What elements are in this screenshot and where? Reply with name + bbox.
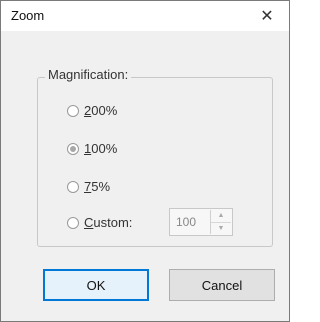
spin-up-icon[interactable]: ▲: [211, 210, 231, 223]
magnification-legend: Magnification:: [45, 67, 132, 82]
radio-label-rest-custom: ustom:: [93, 215, 133, 230]
radio-button-custom[interactable]: [67, 216, 79, 229]
radio-selected-dot: [70, 145, 76, 152]
radio-label-200: 200%: [84, 103, 117, 118]
access-key-custom: C: [84, 215, 94, 230]
cancel-button[interactable]: Cancel: [169, 269, 275, 301]
radio-label-100: 100%: [84, 141, 117, 156]
radio-option-custom[interactable]: Custom:: [67, 215, 132, 230]
radio-label-75: 75%: [84, 179, 110, 194]
close-icon[interactable]: ✕: [245, 1, 289, 31]
radio-button-100[interactable]: [67, 142, 79, 155]
spin-buttons: ▲ ▼: [210, 210, 231, 234]
radio-option-75[interactable]: 75%: [67, 179, 110, 194]
custom-zoom-value[interactable]: 100: [176, 215, 196, 229]
radio-option-100[interactable]: 100%: [67, 141, 117, 156]
radio-option-200[interactable]: 200%: [67, 103, 117, 118]
spin-down-icon[interactable]: ▼: [211, 223, 231, 235]
radio-label-rest-75: 5%: [91, 179, 111, 194]
ok-button[interactable]: OK: [43, 269, 149, 301]
radio-label-rest-100: 00%: [91, 141, 118, 156]
radio-button-75[interactable]: [67, 180, 79, 193]
title-bar: Zoom ✕: [1, 1, 289, 31]
zoom-dialog: Zoom ✕ Magnification: 200% 100% 75% Cust…: [0, 0, 290, 322]
dialog-title: Zoom: [11, 8, 45, 23]
radio-label-rest-200: 00%: [91, 103, 118, 118]
radio-button-200[interactable]: [67, 104, 79, 117]
radio-label-custom: Custom:: [84, 215, 132, 230]
custom-zoom-spinbox[interactable]: 100 ▲ ▼: [169, 208, 233, 236]
